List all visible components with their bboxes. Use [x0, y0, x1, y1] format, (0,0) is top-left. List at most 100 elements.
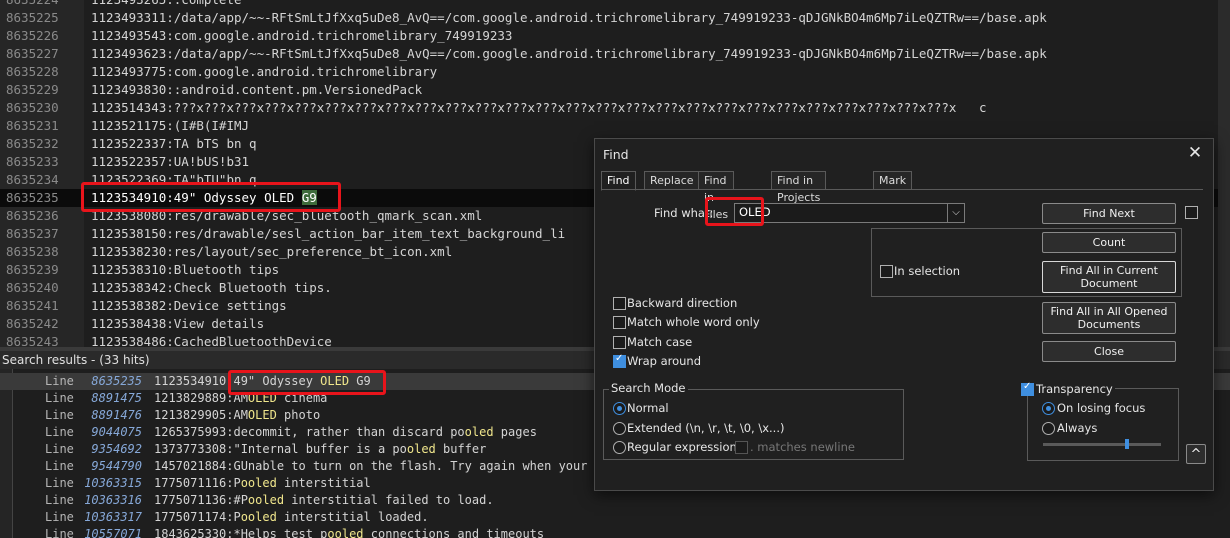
search-mode-normal-label: Normal: [627, 401, 669, 415]
editor-line[interactable]: 8635224 1123493265::complete: [0, 0, 1230, 9]
matches-newline-label: . matches newline: [750, 440, 855, 454]
find-what-combobox[interactable]: OLED ⌵: [734, 203, 965, 223]
search-result-row[interactable]: Line 10557071 1843625330:*Helps test poole…: [0, 526, 1230, 538]
line-number: 8635235: [6, 190, 59, 205]
result-line-label: Line: [45, 527, 74, 538]
tab-divider: [601, 189, 1203, 190]
tab-find[interactable]: Find: [601, 171, 636, 191]
result-line-content: 1213829889:AMOLED cinema: [154, 390, 327, 407]
search-mode-extended-label: Extended (\n, \r, \t, \0, \x...): [627, 421, 785, 435]
tab-replace[interactable]: Replace: [644, 171, 700, 190]
search-result-row[interactable]: Line 10363316 1775071136:#Pooled interstit…: [0, 492, 1230, 509]
result-match: ooled: [327, 527, 364, 538]
result-text: 1775071174:P: [154, 510, 241, 524]
editor-line[interactable]: 8635227 1123493623:/data/app/~~-RFtSmLtJf…: [0, 45, 1230, 63]
line-text-content: 1123522369:TA"bTU"bn q: [91, 172, 257, 187]
find-next-option-checkbox[interactable]: [1185, 206, 1198, 219]
dialog-title: Find: [603, 147, 629, 162]
result-line-number: 10557071: [84, 527, 142, 538]
result-text: 1775071116:P: [154, 476, 241, 490]
find-what-label: Find what:: [654, 206, 714, 220]
editor-line[interactable]: 8635229 1123493830::android.content.pm.Ve…: [0, 81, 1230, 99]
close-icon[interactable]: ✕: [1187, 144, 1203, 162]
line-text: 1123521175:(I#B(I#IMJ: [91, 117, 249, 135]
collapse-chevron-up-icon[interactable]: ^: [1186, 444, 1206, 464]
line-text: 1123538438:View details: [91, 315, 264, 333]
line-number: 8635232: [6, 136, 59, 151]
selection-highlight: G9: [301, 190, 317, 205]
result-match: OLED: [247, 408, 277, 422]
search-mode-regex-label: Regular expression: [627, 440, 737, 454]
line-text: 1123534910:49" Odyssey OLED G9: [91, 189, 317, 207]
result-line-label: Line: [45, 442, 74, 456]
tab-find-in-files[interactable]: Find in Files: [698, 171, 735, 221]
result-line-content: 1843625330:*Helps test pooled connection…: [154, 526, 544, 538]
find-all-opened-documents-button[interactable]: Find All in All Opened Documents: [1042, 302, 1176, 334]
line-number: 8635228: [6, 64, 59, 79]
transparency-checkbox[interactable]: [1021, 381, 1034, 396]
close-button[interactable]: Close: [1042, 341, 1176, 362]
result-text: 1123534910:49" Odyssey: [154, 374, 321, 388]
search-mode-extended-radio[interactable]: [613, 422, 626, 435]
result-text: 1213829905:AM: [154, 408, 248, 422]
matches-newline-checkbox[interactable]: [735, 441, 748, 454]
search-mode-normal-radio[interactable]: [613, 402, 626, 415]
chevron-down-icon[interactable]: ⌵: [947, 204, 964, 222]
line-text-content: 1123521175:(I#B(I#IMJ: [91, 118, 250, 133]
wrap-around-checkbox[interactable]: [613, 353, 626, 368]
editor-scrollbar[interactable]: [1218, 0, 1230, 347]
transparency-always-radio[interactable]: [1042, 422, 1055, 435]
result-match: OLED: [320, 374, 350, 388]
editor-line[interactable]: 8635231 1123521175:(I#B(I#IMJ: [0, 117, 1230, 135]
editor-line[interactable]: 8635230 1123514343:???x???x???x???x???x??…: [0, 99, 1230, 117]
line-text-content: 1123538438:View details: [91, 316, 265, 331]
result-line-number: 10363316: [84, 493, 142, 507]
line-number: 8635229: [6, 82, 59, 97]
result-text-after: connections and timeouts: [363, 527, 545, 538]
in-selection-checkbox[interactable]: [880, 265, 893, 278]
transparency-title: Transparency: [1034, 382, 1115, 396]
line-text: 1123493543:com.google.android.trichromel…: [91, 27, 512, 45]
find-what-input[interactable]: OLED: [739, 205, 771, 219]
line-text-content: 1123538230:res/layout/sec_preference_bt_…: [91, 244, 453, 259]
line-text: 1123538342:Check Bluetooth tips.: [91, 279, 332, 297]
tab-find-in-projects[interactable]: Find in Projects: [771, 171, 827, 204]
line-text: 1123538080:res/drawable/sec_bluetooth_qm…: [91, 207, 482, 225]
result-text-after: interstitial loaded.: [276, 510, 429, 524]
result-text-after: pages: [493, 425, 537, 439]
line-text: 1123538486:CachedBluetoothDevice: [91, 333, 332, 347]
line-text: 1123538310:Bluetooth tips: [91, 261, 279, 279]
result-line-number: 8891476: [91, 408, 142, 422]
editor-line[interactable]: 8635225 1123493311:/data/app/~~-RFtSmLtJf…: [0, 9, 1230, 27]
line-number: 8635233: [6, 154, 59, 169]
tab-mark[interactable]: Mark: [873, 171, 913, 190]
match-whole-word-checkbox[interactable]: [613, 316, 626, 329]
editor-line[interactable]: 8635228 1123493775:com.google.android.tri…: [0, 63, 1230, 81]
transparency-slider[interactable]: [1043, 439, 1161, 449]
result-match: oled: [464, 425, 494, 439]
search-mode-regex-radio[interactable]: [613, 441, 626, 454]
search-result-row[interactable]: Line 10363317 1775071174:Pooled interstiti…: [0, 509, 1230, 526]
transparency-always-label: Always: [1057, 421, 1098, 435]
line-text: 1123493623:/data/app/~~-RFtSmLtJfXxq5uDe…: [91, 45, 1047, 63]
result-line-label: Line: [45, 510, 74, 524]
transparency-slider-thumb[interactable]: [1125, 439, 1129, 449]
match-case-checkbox[interactable]: [613, 336, 626, 349]
line-number: 8635238: [6, 244, 59, 259]
line-text: 1123493265::complete: [91, 0, 242, 9]
transparency-on-losing-focus-radio[interactable]: [1042, 402, 1055, 415]
line-text-content: 1123538382:Device settings: [91, 298, 287, 313]
line-text: 1123493775:com.google.android.trichromel…: [91, 63, 437, 81]
backward-direction-checkbox[interactable]: [613, 297, 626, 310]
result-line-content: 1775071174:Pooled interstitial loaded.: [154, 509, 429, 526]
result-line-number: 10363315: [84, 476, 142, 490]
line-text-content: 1123522337:TA bTS bn q: [91, 136, 257, 151]
find-next-button[interactable]: Find Next: [1042, 203, 1176, 224]
editor-line[interactable]: 8635226 1123493543:com.google.android.tri…: [0, 27, 1230, 45]
line-text-content: 1123538342:Check Bluetooth tips.: [91, 280, 332, 295]
count-button[interactable]: Count: [1042, 232, 1176, 253]
line-text: 1123514343:???x???x???x???x???x???x???x?…: [91, 99, 987, 117]
result-line-label: Line: [45, 459, 74, 473]
line-number: 8635227: [6, 46, 59, 61]
find-all-current-document-button[interactable]: Find All in Current Document: [1042, 261, 1176, 293]
